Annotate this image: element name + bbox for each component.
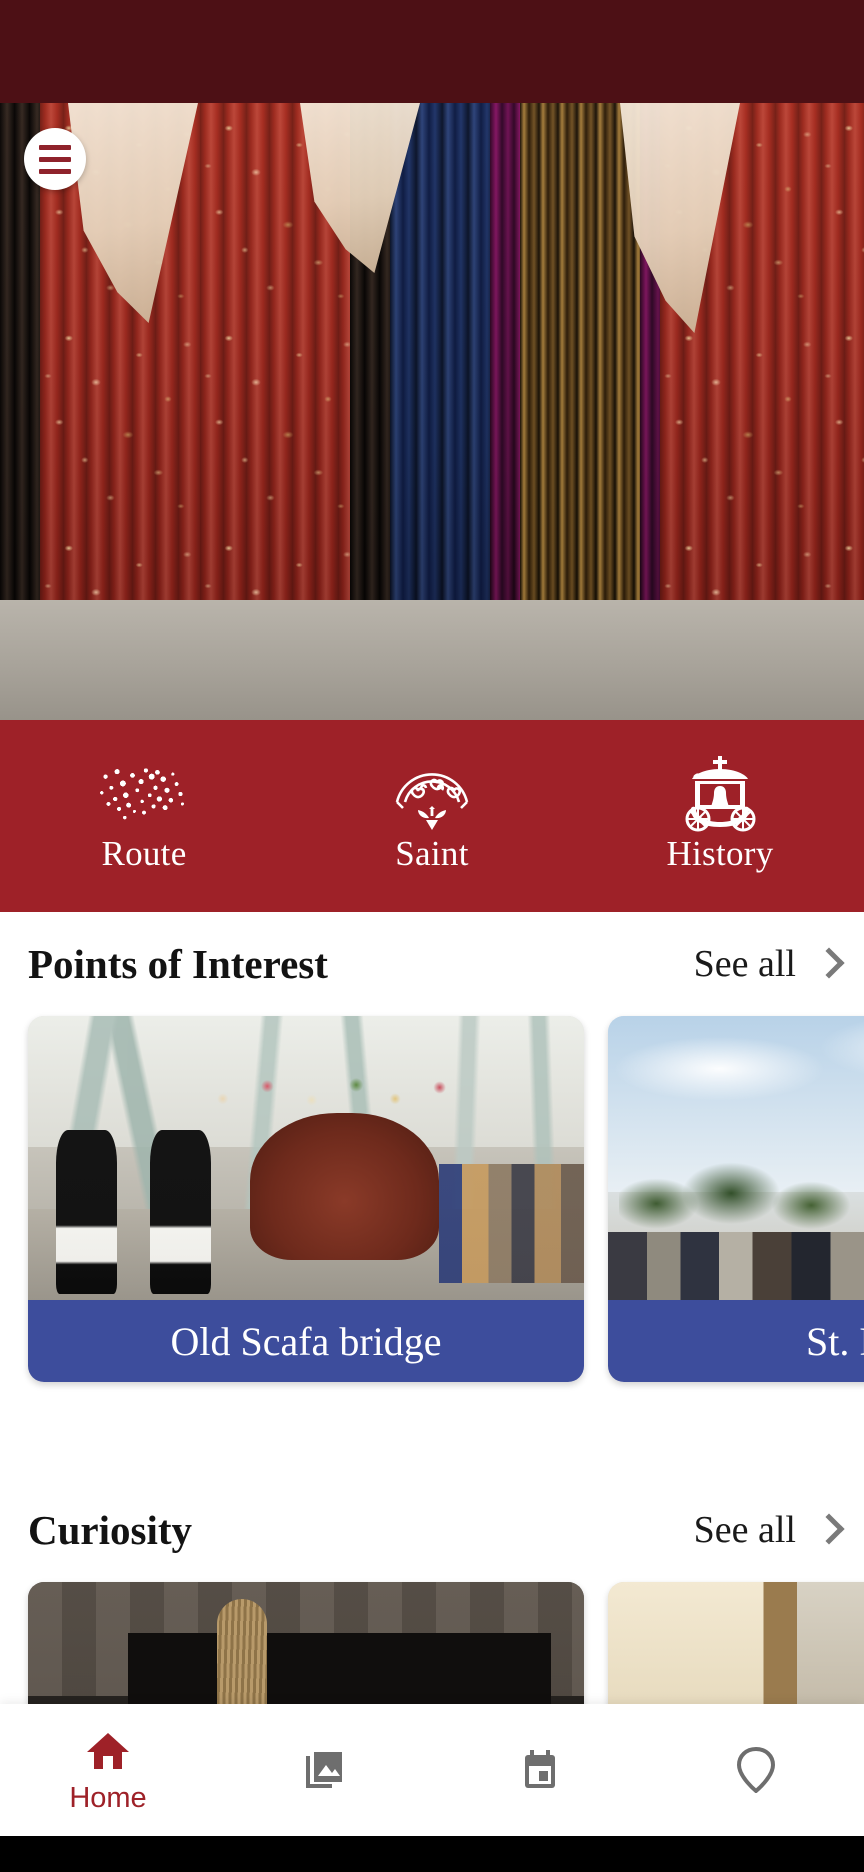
nav-item-gallery[interactable] bbox=[216, 1704, 432, 1836]
poi-card-st-raimondo[interactable]: St. Raimo bbox=[608, 1016, 864, 1382]
category-route[interactable]: Route bbox=[0, 720, 288, 912]
content-scroll-area[interactable]: Points of Interest See all Old Scafa bri… bbox=[0, 912, 864, 1732]
calendar-icon bbox=[515, 1745, 565, 1795]
poi-card-image bbox=[608, 1016, 864, 1300]
hamburger-line bbox=[39, 144, 71, 150]
status-bar bbox=[0, 0, 864, 103]
photos-icon bbox=[299, 1745, 349, 1795]
category-label: Route bbox=[101, 834, 187, 873]
section-header-curiosity: Curiosity See all bbox=[0, 1478, 864, 1582]
poi-card-label: St. Raimo bbox=[608, 1300, 864, 1382]
app-screen: Route Saint History Points of Interest S… bbox=[0, 0, 864, 1872]
hamburger-menu-button[interactable] bbox=[24, 128, 86, 190]
system-home-indicator-bar bbox=[0, 1836, 864, 1872]
poi-card-image bbox=[28, 1016, 584, 1300]
poi-card-label: Old Scafa bridge bbox=[28, 1300, 584, 1382]
see-all-label: See all bbox=[693, 1509, 796, 1551]
hero-image bbox=[0, 103, 864, 720]
chevron-right-icon bbox=[816, 947, 836, 981]
poi-card-old-scafa-bridge[interactable]: Old Scafa bridge bbox=[28, 1016, 584, 1382]
category-saint[interactable]: Saint bbox=[288, 720, 576, 912]
nav-item-events[interactable] bbox=[432, 1704, 648, 1836]
category-strip: Route Saint History bbox=[0, 720, 864, 912]
category-history[interactable]: History bbox=[576, 720, 864, 912]
section-title: Curiosity bbox=[28, 1507, 192, 1553]
stippled-map-route-icon bbox=[0, 758, 288, 830]
location-pin-icon bbox=[731, 1745, 781, 1795]
hero-banner bbox=[0, 103, 864, 720]
category-label: History bbox=[666, 834, 774, 873]
see-all-curiosity[interactable]: See all bbox=[694, 1508, 836, 1552]
filigree-halo-crown-icon bbox=[288, 758, 576, 830]
hamburger-line bbox=[39, 168, 71, 174]
section-header-points-of-interest: Points of Interest See all bbox=[0, 912, 864, 1016]
page-title: Points of Interest bbox=[28, 941, 328, 987]
home-icon bbox=[83, 1726, 133, 1776]
category-label: Saint bbox=[395, 834, 469, 873]
nav-item-home[interactable]: Home bbox=[0, 1704, 216, 1836]
bottom-navigation-bar: Home bbox=[0, 1704, 864, 1836]
hamburger-line bbox=[39, 156, 71, 162]
processional-carriage-cross-icon bbox=[576, 756, 864, 832]
chevron-right-icon bbox=[816, 1513, 836, 1547]
card-row-points-of-interest[interactable]: Old Scafa bridge St. Raimo bbox=[0, 1016, 864, 1382]
nav-item-label: Home bbox=[69, 1781, 147, 1814]
see-all-points-of-interest[interactable]: See all bbox=[694, 942, 836, 986]
see-all-label: See all bbox=[693, 943, 796, 985]
nav-item-map[interactable] bbox=[648, 1704, 864, 1836]
